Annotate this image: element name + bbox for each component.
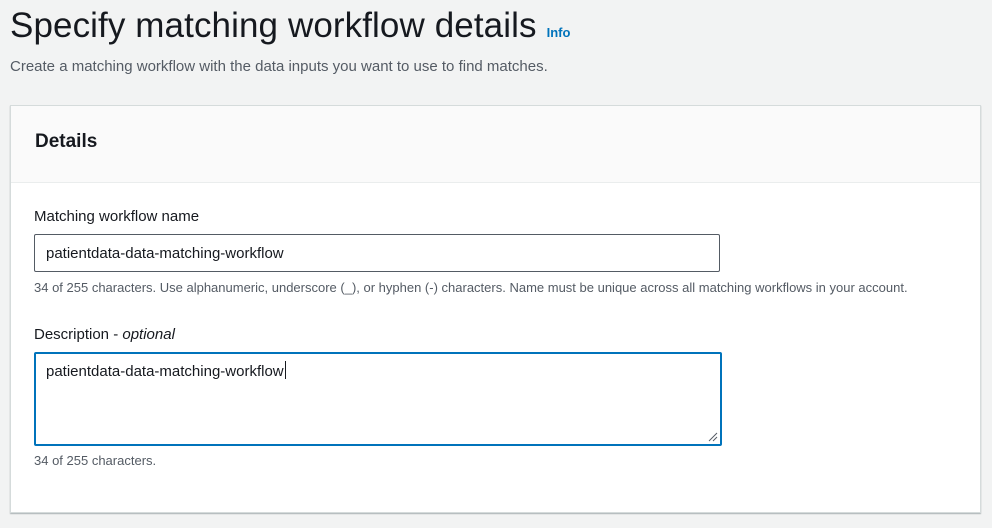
details-heading: Details — [35, 131, 98, 152]
description-constraint: 34 of 255 characters. — [34, 453, 157, 468]
page-title: Specify matching workflow details — [10, 6, 537, 45]
page-header: Specify matching workflow details Info C… — [10, 2, 570, 78]
workflow-name-input[interactable]: patientdata-data-matching-workflow — [34, 234, 720, 272]
workflow-name-value: patientdata-data-matching-workflow — [46, 244, 284, 262]
details-header: Details — [11, 106, 980, 183]
workflow-name-label: Matching workflow name — [34, 208, 200, 225]
description-field: Description - optional patientdata-data-… — [34, 325, 980, 470]
description-label: Description - optional — [34, 325, 980, 345]
description-value: patientdata-data-matching-workflow — [46, 363, 284, 380]
page-title-row: Specify matching workflow details Info — [10, 2, 570, 50]
page-subtitle: Create a matching workflow with the data… — [10, 58, 548, 75]
details-body: Matching workflow name patientdata-data-… — [11, 183, 980, 470]
text-caret — [284, 361, 286, 379]
description-label-text: Description - — [34, 326, 123, 343]
description-label-optional: optional — [122, 326, 175, 343]
workflow-name-constraint: 34 of 255 characters. Use alphanumeric, … — [34, 280, 908, 295]
info-link[interactable]: Info — [547, 25, 571, 40]
details-container: Details Matching workflow name patientda… — [10, 105, 981, 513]
workflow-name-field: Matching workflow name patientdata-data-… — [34, 207, 980, 297]
description-textarea[interactable]: patientdata-data-matching-workflow — [34, 352, 722, 446]
resize-handle-icon[interactable] — [708, 432, 718, 442]
